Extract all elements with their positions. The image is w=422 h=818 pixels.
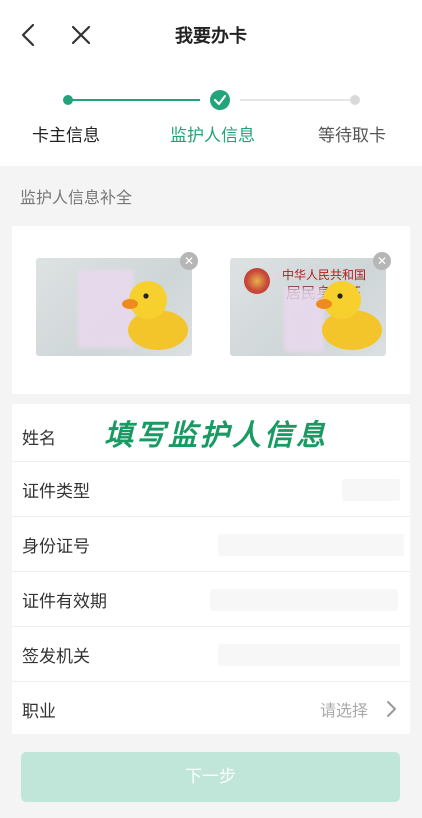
guardian-info-form: 姓名 填写监护人信息 证件类型 身份证号 证件有效期 签发机关 职业 请选择 (12, 404, 410, 734)
issuing-authority-field[interactable] (218, 644, 400, 666)
id-number-field[interactable] (218, 534, 404, 556)
occupation-placeholder[interactable]: 请选择 (320, 697, 368, 721)
remove-back-image-icon[interactable]: ✕ (373, 252, 391, 270)
navigation-bar: 我要办卡 (0, 0, 422, 68)
id-type-label: 证件类型 (22, 482, 90, 502)
form-row-name[interactable]: 姓名 填写监护人信息 (12, 406, 410, 462)
step-dot-done (63, 95, 73, 105)
duck-sticker-icon (122, 281, 188, 350)
validity-field[interactable] (210, 589, 398, 611)
id-number-label: 身份证号 (22, 537, 90, 557)
national-emblem-icon (244, 268, 270, 294)
progress-steps: 卡主信息 监护人信息 等待取卡 (0, 68, 422, 166)
step-dot-todo (350, 95, 360, 105)
next-step-button[interactable]: 下一步 (21, 752, 400, 802)
section-title: 监护人信息补全 (20, 188, 133, 207)
validity-label: 证件有效期 (22, 592, 107, 612)
id-type-field[interactable] (342, 479, 400, 501)
chevron-right-icon[interactable] (384, 699, 398, 719)
page-title: 我要办卡 (175, 26, 247, 47)
step-label-owner-info: 卡主信息 (32, 126, 100, 146)
id-card-back-image[interactable]: 中华人民共和国 居民身份证 (230, 258, 386, 356)
step-connector-done (70, 99, 200, 101)
step-connector-todo (240, 99, 350, 101)
step-current-check-icon (210, 90, 230, 110)
id-card-upload-area: ✕ 中华人民共和国 居民身份证 ✕ (12, 226, 410, 394)
remove-front-image-icon[interactable]: ✕ (180, 252, 198, 270)
duck-sticker-icon (316, 281, 382, 350)
step-label-wait-pickup: 等待取卡 (318, 126, 386, 146)
issuing-authority-label: 签发机关 (22, 647, 90, 667)
form-row-validity[interactable]: 证件有效期 (12, 571, 410, 627)
form-row-id-number[interactable]: 身份证号 (12, 516, 410, 572)
step-label-guardian-info: 监护人信息 (170, 126, 255, 146)
handwritten-annotation: 填写监护人信息 (104, 418, 329, 452)
id-card-front-image[interactable] (36, 258, 192, 356)
form-row-issuing-authority[interactable]: 签发机关 (12, 626, 410, 682)
form-row-occupation[interactable]: 职业 请选择 (12, 681, 410, 736)
form-row-id-type[interactable]: 证件类型 (12, 461, 410, 517)
name-label: 姓名 (22, 429, 56, 449)
occupation-label: 职业 (22, 702, 56, 722)
